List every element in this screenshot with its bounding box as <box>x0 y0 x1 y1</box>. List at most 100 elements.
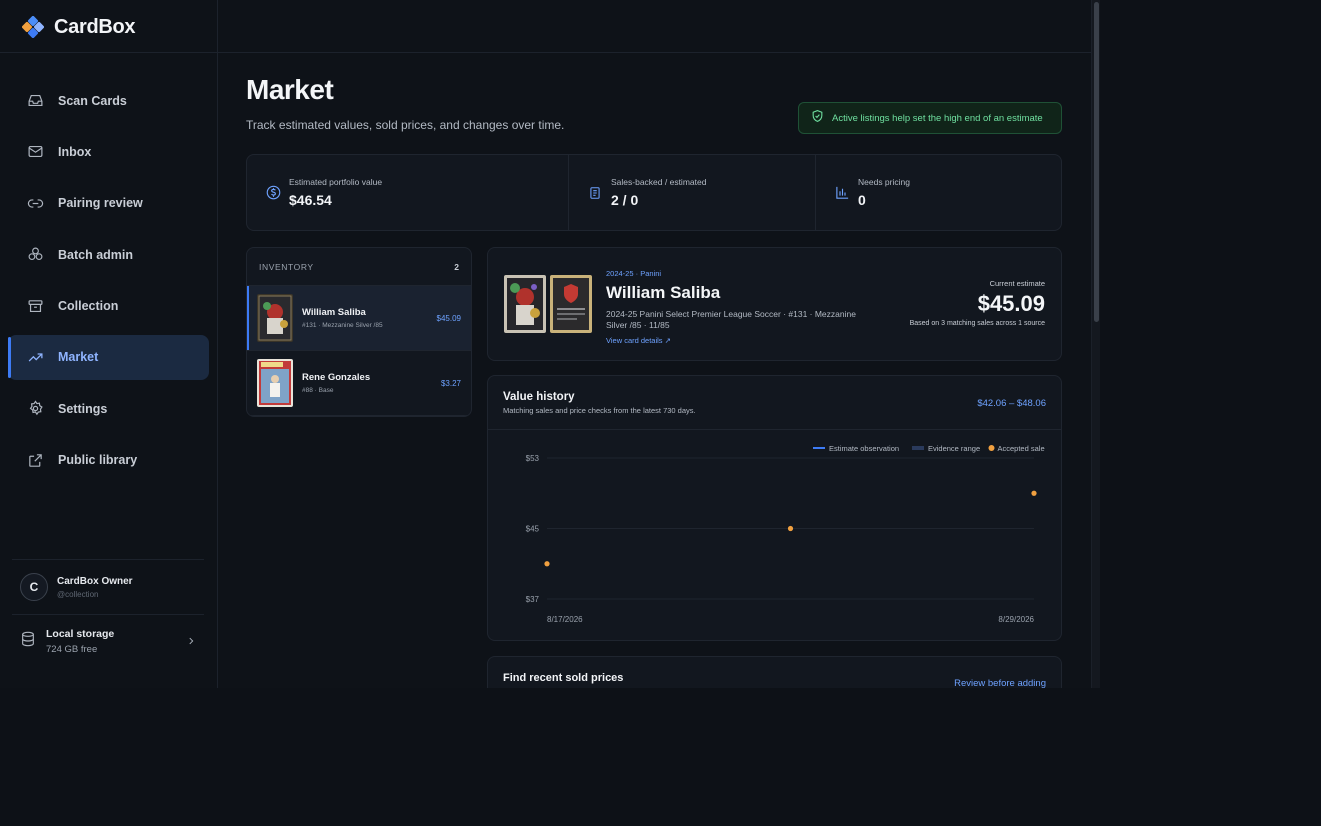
database-icon <box>20 630 36 653</box>
item-price: $45.09 <box>436 313 461 323</box>
estimate-value: $45.09 <box>977 291 1045 316</box>
scrollbar-thumb[interactable] <box>1094 2 1099 322</box>
nav-item-inbox[interactable]: Inbox <box>8 129 209 174</box>
gear-icon <box>26 400 44 418</box>
x-tick-label: 8/17/2026 <box>547 615 583 624</box>
top-bar <box>218 0 1091 53</box>
nav-item-settings[interactable]: Settings <box>8 386 209 431</box>
user-handle: @collection <box>57 589 99 599</box>
brand-name: CardBox <box>54 15 136 38</box>
inventory-item[interactable]: Rene Gonzales #88 · Base $3.27 <box>247 351 471 416</box>
sale-point <box>544 561 550 567</box>
nav-label: Public library <box>58 453 138 468</box>
sold-prices-panel: Find recent sold prices Review before ad… <box>487 656 1062 688</box>
boxes-icon <box>26 246 44 264</box>
nav-item-scan-cards[interactable]: Scan Cards <box>8 78 209 123</box>
card-player-name: William Saliba <box>606 283 721 302</box>
legend-label: Estimate observation <box>829 444 899 453</box>
cardbox-logo-icon <box>21 15 45 39</box>
nav-item-batch-admin[interactable]: Batch admin <box>8 232 209 277</box>
y-tick-label: $53 <box>526 454 540 463</box>
stats-bar: Estimated portfolio value $46.54 Sales-b… <box>246 154 1062 231</box>
item-subtitle: #88 · Base <box>302 387 334 394</box>
x-tick-label: 8/29/2026 <box>998 615 1034 624</box>
divider <box>0 52 218 53</box>
stat-value: 2 / 0 <box>611 192 639 208</box>
scrollbar[interactable] <box>1091 0 1100 688</box>
dollar-circle-icon <box>265 185 281 201</box>
inventory-panel: INVENTORY 2 William Saliba #131 · Mezzan… <box>246 247 472 417</box>
shield-check-icon <box>811 109 824 128</box>
sale-point <box>787 525 794 532</box>
card-images <box>504 275 592 338</box>
card-front-image[interactable] <box>504 275 546 338</box>
inventory-title: INVENTORY <box>259 261 314 272</box>
sale-point <box>1031 490 1037 496</box>
stat-portfolio-value: Estimated portfolio value $46.54 <box>247 155 568 230</box>
current-estimate: Current estimate $45.09 Based on 3 match… <box>910 279 1045 327</box>
nav-label: Market <box>58 350 99 365</box>
avatar: C <box>20 573 48 601</box>
info-notice: Active listings help set the high end of… <box>798 102 1062 134</box>
nav-item-pairing-review[interactable]: Pairing review <box>8 181 209 226</box>
item-price: $3.27 <box>440 378 461 388</box>
estimate-label: Current estimate <box>989 279 1045 288</box>
nav-label: Settings <box>58 401 108 416</box>
value-history-header: Value history Matching sales and price c… <box>488 376 1061 430</box>
nav-label: Scan Cards <box>58 93 127 108</box>
item-name: William Saliba <box>302 307 366 318</box>
card-back-image[interactable] <box>550 275 592 338</box>
legend-label: Accepted sale <box>998 444 1045 453</box>
trend-icon <box>26 348 44 366</box>
external-link-icon <box>26 451 44 469</box>
item-subtitle: #131 · Mezzanine Silver /85 <box>302 322 383 329</box>
stat-value: $46.54 <box>289 192 332 208</box>
nav-item-market[interactable]: Market <box>8 334 209 380</box>
stat-needs-pricing: Needs pricing 0 <box>815 155 1061 230</box>
sidebar: CardBox Scan Cards Inbox Pairing review … <box>0 0 218 688</box>
value-history-panel: Value history Matching sales and price c… <box>487 375 1062 641</box>
stat-value: 0 <box>858 192 866 208</box>
page-subtitle: Track estimated values, sold prices, and… <box>246 118 565 132</box>
value-history-title: Value history <box>503 391 575 403</box>
stat-label: Estimated portfolio value <box>289 177 383 187</box>
nav-item-collection[interactable]: Collection <box>8 284 209 329</box>
link-icon <box>26 194 44 212</box>
review-before-adding-link[interactable]: Review before adding <box>954 678 1046 688</box>
nav-label: Inbox <box>58 144 92 159</box>
nav-label: Pairing review <box>58 196 143 211</box>
value-history-subtitle: Matching sales and price checks from the… <box>503 406 696 415</box>
user-name: CardBox Owner <box>57 575 133 587</box>
card-description: 2024-25 Panini Select Premier League Soc… <box>606 309 856 330</box>
nav-label: Batch admin <box>58 247 134 262</box>
item-name: Rene Gonzales <box>302 372 371 383</box>
divider <box>12 614 204 615</box>
legend-marker <box>988 445 995 451</box>
stat-label: Needs pricing <box>858 177 910 187</box>
brand[interactable]: CardBox <box>21 14 136 40</box>
y-tick-label: $45 <box>526 525 540 534</box>
stat-sales-backed: Sales-backed / estimated 2 / 0 <box>568 155 815 230</box>
chevron-right-icon <box>186 633 196 651</box>
stat-label: Sales-backed / estimated <box>611 177 707 187</box>
inventory-item[interactable]: William Saliba #131 · Mezzanine Silver /… <box>247 286 471 351</box>
notice-text: Active listings help set the high end of… <box>832 112 1043 124</box>
divider <box>12 559 204 560</box>
nav-item-public-library[interactable]: Public library <box>8 438 209 483</box>
card-thumbnail <box>257 359 293 407</box>
mail-icon <box>26 143 44 161</box>
tray-icon <box>26 92 44 110</box>
view-card-details-link[interactable]: View card details ↗ <box>606 336 876 345</box>
user-profile[interactable]: C CardBox Owner @collection <box>20 573 133 601</box>
document-icon <box>587 185 603 201</box>
archive-icon <box>26 297 44 315</box>
card-set: 2024-25 · Panini <box>606 269 662 278</box>
legend-label: Evidence range <box>928 444 980 453</box>
bar-chart-icon <box>834 185 850 201</box>
storage-label: Local storage <box>46 628 115 640</box>
page-title: Market <box>246 74 334 105</box>
value-range: $42.06 – $48.06 <box>977 398 1046 409</box>
storage-button[interactable]: Local storage 724 GB free <box>20 628 196 655</box>
legend-marker <box>813 447 825 449</box>
estimate-note: Based on 3 matching sales across 1 sourc… <box>909 320 1045 327</box>
